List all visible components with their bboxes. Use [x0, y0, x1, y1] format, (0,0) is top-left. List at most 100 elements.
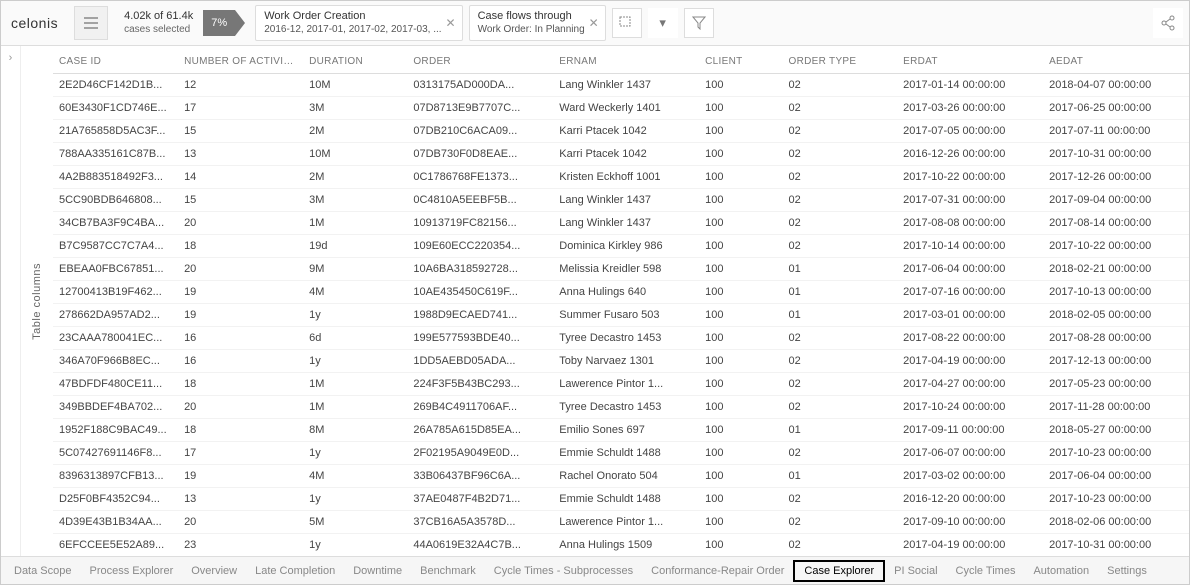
dropdown-caret-icon[interactable]: ▾	[648, 8, 678, 38]
cases-selected-label: cases selected	[124, 24, 193, 36]
table-row[interactable]: 278662DA957AD2...191y1988D9ECAED741...Su…	[53, 304, 1189, 327]
table-cell: 0313175AD000DA...	[407, 74, 553, 97]
table-cell: 1y	[303, 304, 407, 327]
column-header[interactable]: CASE ID	[53, 46, 178, 74]
table-row[interactable]: 5C07427691146F8...171y2F02195A9049E0D...…	[53, 442, 1189, 465]
table-row[interactable]: 47BDFDF480CE11...181M224F3F5B43BC293...L…	[53, 373, 1189, 396]
table-row[interactable]: 12700413B19F462...194M10AE435450C619F...…	[53, 281, 1189, 304]
sheet-tab[interactable]: Overview	[182, 562, 246, 580]
table-cell: 33B06437BF96C6A...	[407, 465, 553, 488]
selection-tool-button[interactable]	[612, 8, 642, 38]
column-header[interactable]: AEDAT	[1043, 46, 1189, 74]
column-header[interactable]: CLIENT	[699, 46, 782, 74]
table-columns-label[interactable]: Table columns	[21, 46, 53, 556]
table-row[interactable]: 21A765858D5AC3F...152M07DB210C6ACA09...K…	[53, 120, 1189, 143]
table-cell: 4M	[303, 281, 407, 304]
table-cell: 2017-10-14 00:00:00	[897, 235, 1043, 258]
table-cell: Melissia Kreidler 598	[553, 258, 699, 281]
sheet-tab[interactable]: Late Completion	[246, 562, 344, 580]
table-row[interactable]: 788AA335161C87B...1310M07DB730F0D8EAE...…	[53, 143, 1189, 166]
table-cell: 100	[699, 419, 782, 442]
table-row[interactable]: 349BBDEF4BA702...201M269B4C4911706AF...T…	[53, 396, 1189, 419]
table-cell: 10A6BA318592728...	[407, 258, 553, 281]
table-cell: 2017-09-04 00:00:00	[1043, 189, 1189, 212]
table-cell: 6EFCCEE5E52A89...	[53, 534, 178, 557]
sheet-tab[interactable]: PI Social	[885, 562, 946, 580]
table-cell: Kristen Eckhoff 1001	[553, 166, 699, 189]
table-cell: 100	[699, 97, 782, 120]
table-row[interactable]: 4A2B883518492F3...142M0C1786768FE1373...…	[53, 166, 1189, 189]
table-row[interactable]: 6EFCCEE5E52A89...231y44A0619E32A4C7B...A…	[53, 534, 1189, 557]
column-header[interactable]: ERNAM	[553, 46, 699, 74]
column-header[interactable]: NUMBER OF ACTIVITI...	[178, 46, 303, 74]
cases-selected-count: 4.02k of 61.4k	[124, 10, 193, 23]
table-cell: 6d	[303, 327, 407, 350]
table-cell: 2018-02-21 00:00:00	[1043, 258, 1189, 281]
share-icon[interactable]	[1153, 8, 1183, 38]
table-cell: 15	[178, 189, 303, 212]
sheet-tab[interactable]: Cycle Times - Subprocesses	[485, 562, 642, 580]
filter-title: Work Order Creation	[264, 10, 441, 23]
table-cell: 14	[178, 166, 303, 189]
table-cell: 2017-03-01 00:00:00	[897, 304, 1043, 327]
table-cell: 02	[783, 373, 898, 396]
table-cell: 2017-09-10 00:00:00	[897, 511, 1043, 534]
table-cell: 13	[178, 143, 303, 166]
table-row[interactable]: 60E3430F1CD746E...173M07D8713E9B7707C...…	[53, 97, 1189, 120]
table-cell: 2F02195A9049E0D...	[407, 442, 553, 465]
table-cell: 100	[699, 304, 782, 327]
table-cell: 01	[783, 465, 898, 488]
percentage-indicator: 7%	[203, 7, 249, 39]
table-cell: 100	[699, 373, 782, 396]
sheet-tab[interactable]: Case Explorer	[793, 560, 885, 582]
table-row[interactable]: 4D39E43B1B34AA...205M37CB16A5A3578D...La…	[53, 511, 1189, 534]
table-cell: 19	[178, 281, 303, 304]
table-cell: 2017-10-22 00:00:00	[897, 166, 1043, 189]
table-cell: 100	[699, 189, 782, 212]
table-cell: 2018-02-05 00:00:00	[1043, 304, 1189, 327]
table-row[interactable]: 1952F188C9BAC49...188M26A785A615D85EA...…	[53, 419, 1189, 442]
table-row[interactable]: 8396313897CFB13...194M33B06437BF96C6A...…	[53, 465, 1189, 488]
column-header[interactable]: ERDAT	[897, 46, 1043, 74]
cases-selected: 4.02k of 61.4k cases selected	[114, 6, 203, 39]
table-cell: B7C9587CC7C7A4...	[53, 235, 178, 258]
sheet-tab[interactable]: Benchmark	[411, 562, 485, 580]
menu-button[interactable]	[74, 6, 108, 40]
table-cell: 4D39E43B1B34AA...	[53, 511, 178, 534]
table-cell: 2017-07-31 00:00:00	[897, 189, 1043, 212]
expand-left-panel[interactable]: ›	[1, 46, 21, 556]
table-row[interactable]: B7C9587CC7C7A4...1819d109E60ECC220354...…	[53, 235, 1189, 258]
table-cell: 16	[178, 327, 303, 350]
table-cell: 2M	[303, 120, 407, 143]
table-cell: 21A765858D5AC3F...	[53, 120, 178, 143]
table-row[interactable]: 346A70F966B8EC...161y1DD5AEBD05ADA...Tob…	[53, 350, 1189, 373]
table-cell: 02	[783, 143, 898, 166]
sheet-tab[interactable]: Conformance-Repair Order	[642, 562, 793, 580]
table-cell: 269B4C4911706AF...	[407, 396, 553, 419]
sheet-tab[interactable]: Settings	[1098, 562, 1156, 580]
table-row[interactable]: 23CAAA780041EC...166d199E577593BDE40...T…	[53, 327, 1189, 350]
sheet-tab[interactable]: Process Explorer	[80, 562, 182, 580]
sheet-tab[interactable]: Cycle Times	[947, 562, 1025, 580]
close-icon[interactable]: ✕	[589, 16, 599, 30]
filter-pill-work-order-creation[interactable]: Work Order Creation 2016-12, 2017-01, 20…	[255, 5, 462, 40]
close-icon[interactable]: ✕	[446, 16, 456, 30]
sheet-tab[interactable]: Downtime	[344, 562, 411, 580]
filter-tool-button[interactable]	[684, 8, 714, 38]
table-cell: 2017-06-04 00:00:00	[1043, 465, 1189, 488]
column-header[interactable]: ORDER	[407, 46, 553, 74]
table-row[interactable]: EBEAA0FBC67851...209M10A6BA318592728...M…	[53, 258, 1189, 281]
table-cell: 100	[699, 212, 782, 235]
table-row[interactable]: 2E2D46CF142D1B...1210M0313175AD000DA...L…	[53, 74, 1189, 97]
table-cell: 100	[699, 396, 782, 419]
sheet-tab[interactable]: Automation	[1024, 562, 1098, 580]
table-row[interactable]: 5CC90BDB646808...153M0C4810A5EEBF5B...La…	[53, 189, 1189, 212]
column-header[interactable]: ORDER TYPE	[783, 46, 898, 74]
filter-pill-case-flows[interactable]: Case flows through Work Order: In Planni…	[469, 5, 606, 40]
table-row[interactable]: D25F0BF4352C94...131y37AE0487F4B2D71...E…	[53, 488, 1189, 511]
table-row[interactable]: 34CB7BA3F9C4BA...201M10913719FC82156...L…	[53, 212, 1189, 235]
table-cell: Lawerence Pintor 1...	[553, 511, 699, 534]
column-header[interactable]: DURATION	[303, 46, 407, 74]
sheet-tab[interactable]: Data Scope	[5, 562, 80, 580]
table-cell: 5C07427691146F8...	[53, 442, 178, 465]
